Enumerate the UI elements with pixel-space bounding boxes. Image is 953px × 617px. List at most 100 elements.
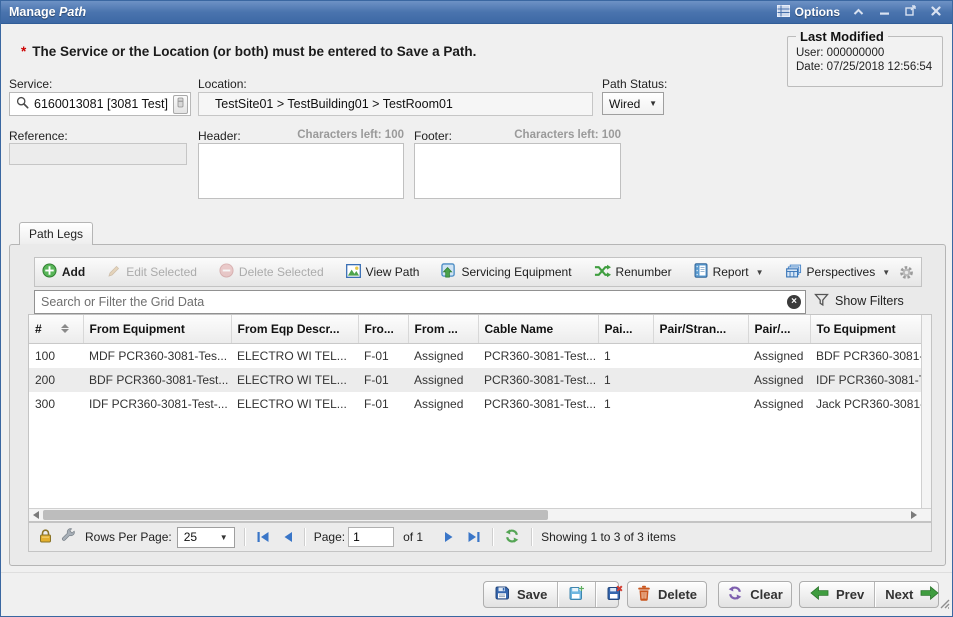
scroll-left-arrow[interactable] xyxy=(33,511,39,519)
prev-page-button[interactable] xyxy=(281,531,295,543)
rows-per-page-label: Rows Per Page: xyxy=(85,530,172,544)
service-clear-button[interactable] xyxy=(173,95,188,114)
manage-path-window: Manage Path Options *The Service or the … xyxy=(0,0,953,617)
search-input[interactable] xyxy=(34,290,806,314)
service-field[interactable]: 6160013081 [3081 Test] xyxy=(9,92,191,116)
add-icon xyxy=(42,263,57,281)
grid-row-300[interactable]: 300IDF PCR360-3081-Test-... ELECTRO WI T… xyxy=(29,392,922,416)
lock-icon[interactable] xyxy=(39,529,52,546)
column-header-from-equipment[interactable]: From Equipment xyxy=(83,315,231,343)
clear-refresh-icon xyxy=(727,586,743,603)
path-status-select[interactable]: Wired ▼ xyxy=(602,92,664,115)
minus-icon xyxy=(879,3,890,21)
save-button[interactable]: Save xyxy=(484,582,557,607)
report-button[interactable]: Report ▼ xyxy=(690,261,768,283)
save-and-new-button[interactable] xyxy=(557,582,595,607)
rows-per-page-select[interactable]: 25 ▼ xyxy=(177,527,235,548)
last-modified-user: User: 000000000 xyxy=(796,47,934,59)
eraser-icon xyxy=(176,97,185,111)
minus-circle-icon xyxy=(219,263,234,281)
footer-textarea[interactable] xyxy=(414,143,621,199)
grid-pager: Rows Per Page: 25 ▼ Page: of 1 Showing 1… xyxy=(28,522,932,552)
add-button[interactable]: Add xyxy=(38,261,89,283)
options-button[interactable]: Options xyxy=(777,5,840,20)
reference-label: Reference: xyxy=(9,129,68,143)
view-path-button[interactable]: View Path xyxy=(342,262,424,283)
pager-separator xyxy=(531,528,532,546)
sort-icon xyxy=(61,324,69,333)
funnel-icon xyxy=(814,292,829,310)
window-resize-handle[interactable] xyxy=(939,596,950,614)
service-value: 6160013081 [3081 Test] xyxy=(34,97,168,111)
refresh-icon xyxy=(504,529,520,546)
pager-status: Showing 1 to 3 of 3 items xyxy=(541,530,676,544)
perspectives-icon xyxy=(786,264,802,281)
column-header-fro[interactable]: Fro... xyxy=(358,315,408,343)
required-notice: *The Service or the Location (or both) m… xyxy=(21,44,476,59)
servicing-equipment-button[interactable]: Servicing Equipment xyxy=(437,261,575,283)
view-path-icon xyxy=(346,264,361,281)
grid-row-200[interactable]: 200BDF PCR360-3081-Test... ELECTRO WI TE… xyxy=(29,368,922,392)
pencil-icon xyxy=(107,264,121,281)
show-filters-button[interactable]: Show Filters xyxy=(814,292,904,310)
chevron-up-icon xyxy=(853,3,864,21)
header-label: Header: xyxy=(198,129,241,143)
last-page-button[interactable] xyxy=(465,531,483,543)
scroll-right-arrow[interactable] xyxy=(911,511,917,519)
options-list-icon xyxy=(777,5,790,20)
arrow-left-icon xyxy=(810,586,829,603)
perspectives-button[interactable]: Perspectives ▼ xyxy=(782,262,895,283)
wrench-icon[interactable] xyxy=(61,528,76,546)
collapse-button[interactable] xyxy=(850,5,866,19)
popout-icon xyxy=(905,3,916,21)
grid-row-100[interactable]: 100MDF PCR360-3081-Tes... ELECTRO WI TEL… xyxy=(29,343,922,368)
minimize-button[interactable] xyxy=(876,5,892,19)
arrow-right-icon xyxy=(920,586,939,603)
tab-path-legs[interactable]: Path Legs xyxy=(19,222,93,245)
titlebar[interactable]: Manage Path Options xyxy=(1,1,952,24)
footer-toolbar: Save Delete Clear Prev Next xyxy=(1,572,952,616)
horizontal-scrollbar[interactable] xyxy=(29,508,931,521)
delete-selected-button[interactable]: Delete Selected xyxy=(215,261,328,283)
reference-input[interactable] xyxy=(9,143,187,165)
search-icon xyxy=(16,96,29,112)
grid-toolbar: Add Edit Selected Delete Selected View P… xyxy=(34,257,922,287)
scrollbar-thumb[interactable] xyxy=(43,510,548,520)
location-label: Location: xyxy=(198,77,247,91)
column-header-pair[interactable]: Pair/... xyxy=(748,315,810,343)
close-button[interactable] xyxy=(928,5,944,19)
header-textarea[interactable] xyxy=(198,143,404,199)
column-header-number[interactable]: # xyxy=(29,315,83,343)
prev-button[interactable]: Prev xyxy=(800,582,874,607)
next-page-button[interactable] xyxy=(442,531,456,543)
header-chars-left: Characters left: 100 xyxy=(296,129,404,141)
path-legs-grid: # From Equipment From Eqp Descr... Fro..… xyxy=(28,314,932,522)
page-number-input[interactable] xyxy=(348,527,394,547)
column-header-pai[interactable]: Pai... xyxy=(598,315,653,343)
grid-header-row: # From Equipment From Eqp Descr... Fro..… xyxy=(29,315,922,343)
grid-search: × xyxy=(34,290,806,314)
save-new-icon xyxy=(568,585,585,604)
servicing-equipment-icon xyxy=(441,263,456,281)
column-header-to-equipment[interactable]: To Equipment xyxy=(810,315,922,343)
location-field[interactable]: TestSite01 > TestBuilding01 > TestRoom01 xyxy=(198,92,593,116)
edit-selected-button[interactable]: Edit Selected xyxy=(103,262,201,283)
window-title: Manage Path xyxy=(9,5,86,19)
last-modified-legend: Last Modified xyxy=(796,29,888,44)
delete-button[interactable]: Delete xyxy=(627,581,707,608)
renumber-shuffle-icon xyxy=(594,264,611,281)
refresh-button[interactable] xyxy=(502,529,522,546)
footer-chars-left: Characters left: 100 xyxy=(513,129,621,141)
column-header-cable-name[interactable]: Cable Name xyxy=(478,315,598,343)
chevron-down-icon: ▼ xyxy=(220,533,228,542)
column-header-from-eqp-descr[interactable]: From Eqp Descr... xyxy=(231,315,358,343)
grid-settings-button[interactable] xyxy=(899,265,914,285)
clear-button[interactable]: Clear xyxy=(718,581,792,608)
clear-search-icon[interactable]: × xyxy=(787,295,801,309)
column-header-pair-stran[interactable]: Pair/Stran... xyxy=(653,315,748,343)
vertical-scrollbar[interactable] xyxy=(921,315,931,508)
first-page-button[interactable] xyxy=(254,531,272,543)
column-header-from[interactable]: From ... xyxy=(408,315,478,343)
renumber-button[interactable]: Renumber xyxy=(590,262,676,283)
popout-button[interactable] xyxy=(902,5,918,19)
